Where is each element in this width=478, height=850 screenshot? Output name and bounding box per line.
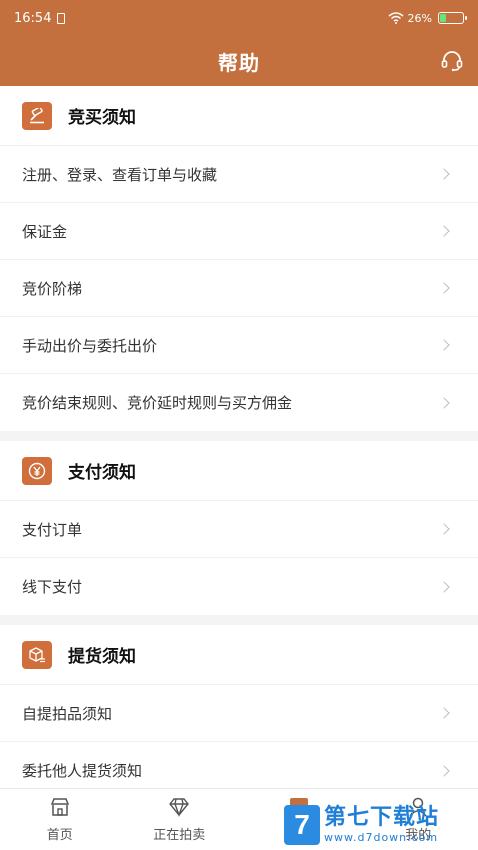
page-title: 帮助 xyxy=(218,50,260,75)
help-item-label: 竞价阶梯 xyxy=(22,279,83,298)
section-bidding: 竞买须知 注册、登录、查看订单与收藏 保证金 竞价阶梯 手动出价与委托出价 竞价… xyxy=(0,86,478,431)
wifi-icon xyxy=(388,12,404,24)
tab-label: 正在拍卖 xyxy=(153,828,206,843)
status-bar: 16:54 26% xyxy=(0,0,478,36)
help-item-label: 手动出价与委托出价 xyxy=(22,336,158,355)
watermark-title: 第七下载站 xyxy=(324,805,440,831)
section-title: 提货须知 xyxy=(68,647,136,667)
battery-fill xyxy=(440,14,447,22)
sim-card-icon xyxy=(57,12,66,24)
watermark-url: www.d7down.com xyxy=(324,830,439,844)
gavel-icon xyxy=(22,101,52,130)
help-item[interactable]: 委托他人提货须知 xyxy=(0,742,478,788)
help-item[interactable]: 支付订单 xyxy=(0,501,478,558)
chevron-right-icon xyxy=(438,523,450,535)
section-payment: 支付须知 支付订单 线下支付 xyxy=(0,441,478,615)
section-header: 支付须知 xyxy=(0,441,478,501)
help-item[interactable]: 线下支付 xyxy=(0,558,478,615)
help-item[interactable]: 保证金 xyxy=(0,203,478,260)
help-item[interactable]: 自提拍品须知 xyxy=(0,685,478,742)
battery-icon xyxy=(438,12,467,24)
section-pickup: 提货须知 自提拍品须知 委托他人提货须知 xyxy=(0,625,478,788)
chevron-right-icon xyxy=(438,580,450,593)
help-content[interactable]: 竞买须知 注册、登录、查看订单与收藏 保证金 竞价阶梯 手动出价与委托出价 竞价… xyxy=(0,86,478,788)
chevron-right-icon xyxy=(438,168,450,180)
help-item[interactable]: 手动出价与委托出价 xyxy=(0,317,478,374)
help-item-label: 保证金 xyxy=(22,222,68,241)
package-icon xyxy=(22,640,52,669)
help-item-label: 自提拍品须知 xyxy=(22,704,113,723)
battery-percent: 26% xyxy=(407,11,432,25)
help-item[interactable]: 注册、登录、查看订单与收藏 xyxy=(0,146,478,203)
site-watermark: 7 第七下载站 www.d7down.com xyxy=(284,800,478,850)
section-title: 支付须知 xyxy=(68,463,136,483)
section-header: 提货须知 xyxy=(0,625,478,685)
headset-icon[interactable] xyxy=(440,49,464,73)
help-item-label: 委托他人提货须知 xyxy=(22,762,143,780)
section-title: 竞买须知 xyxy=(68,108,136,128)
app-header: 16:54 26% 帮助 xyxy=(0,0,478,86)
status-time: 16:54 xyxy=(14,10,52,26)
tab-live-auction[interactable]: 正在拍卖 xyxy=(120,789,240,850)
help-item-label: 支付订单 xyxy=(22,520,83,539)
help-item-label: 注册、登录、查看订单与收藏 xyxy=(22,165,218,184)
section-header: 竞买须知 xyxy=(0,86,478,146)
shop-icon xyxy=(50,798,69,816)
tab-home[interactable]: 首页 xyxy=(0,789,120,850)
chevron-right-icon xyxy=(438,764,450,777)
tab-label: 首页 xyxy=(46,828,73,843)
chevron-right-icon xyxy=(438,339,450,351)
help-item[interactable]: 竞价结束规则、竞价延时规则与买方佣金 xyxy=(0,374,478,431)
help-item-label: 线下支付 xyxy=(22,578,83,596)
help-item-label: 竞价结束规则、竞价延时规则与买方佣金 xyxy=(22,394,293,412)
help-item[interactable]: 竞价阶梯 xyxy=(0,260,478,317)
chevron-right-icon xyxy=(438,282,450,294)
chevron-right-icon xyxy=(438,225,450,237)
chevron-right-icon xyxy=(438,396,450,409)
watermark-logo: 7 xyxy=(284,805,320,845)
diamond-icon xyxy=(169,798,190,818)
title-bar: 帮助 xyxy=(0,36,478,86)
yen-icon xyxy=(22,456,52,485)
chevron-right-icon xyxy=(438,707,450,719)
